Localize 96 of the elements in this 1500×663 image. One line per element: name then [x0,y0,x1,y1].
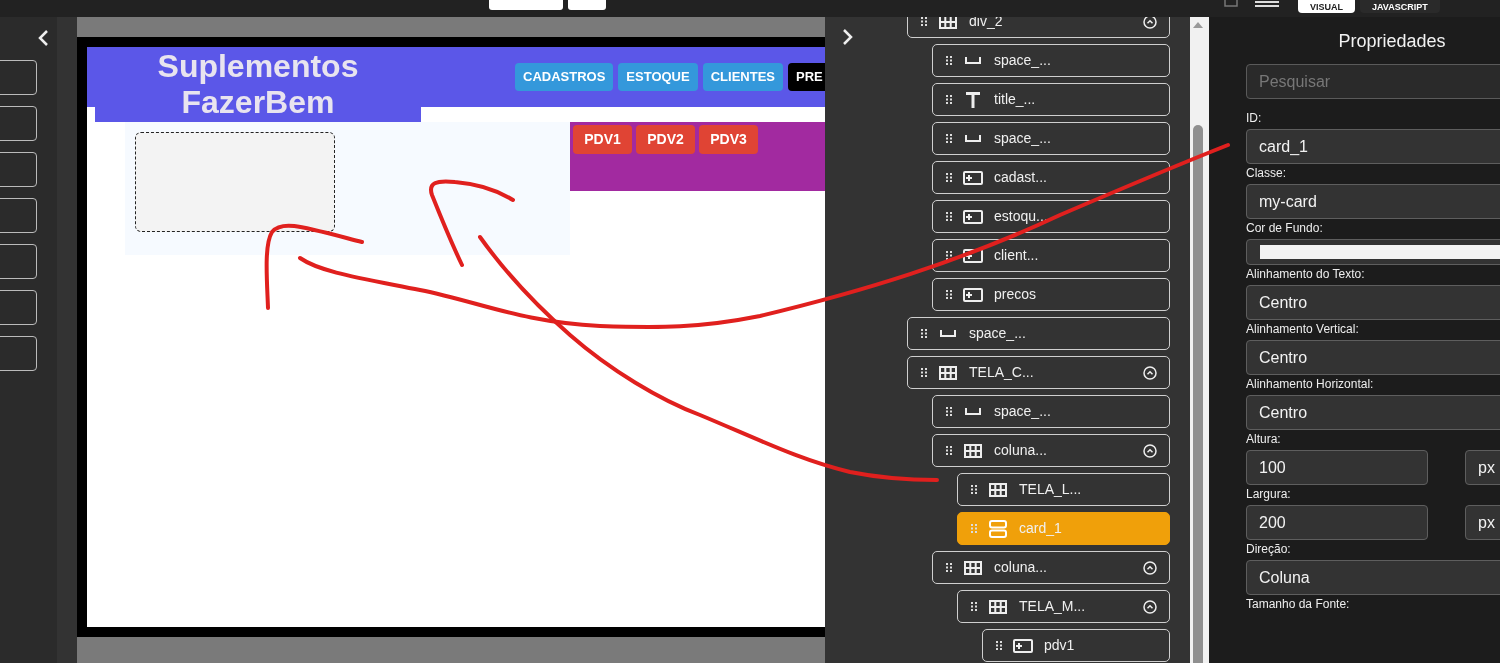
space-icon [965,408,981,415]
tree-item[interactable]: space_... [932,44,1170,77]
tree-item[interactable]: coluna... [932,551,1170,584]
number-field[interactable]: 100 [1246,450,1428,485]
drag-handle-icon[interactable] [946,251,952,260]
tree-item[interactable]: space_... [932,395,1170,428]
field-label: Direção: [1246,542,1292,558]
number-field[interactable]: 200 [1246,505,1428,540]
color-picker[interactable] [1246,239,1500,265]
component-slot[interactable] [0,244,37,279]
chevron-right-icon[interactable] [841,28,855,46]
tree-item[interactable]: coluna... [932,434,1170,467]
button-icon [963,209,983,224]
scrollbar-thumb[interactable] [1193,125,1203,663]
grid-icon [964,560,982,575]
tree-item[interactable]: title_... [932,83,1170,116]
button-icon [963,170,983,185]
chevron-left-icon[interactable] [36,29,50,47]
drag-handle-icon[interactable] [921,329,927,338]
grid-icon [989,599,1007,614]
unit-select[interactable]: px [1465,505,1500,540]
component-slot[interactable] [0,290,37,325]
tree-item[interactable]: pdv1 [982,629,1170,662]
drag-handle-icon[interactable] [921,17,927,26]
grid-icon [939,17,957,29]
drag-handle-icon[interactable] [946,95,952,104]
button-icon [963,248,983,263]
field-label: ID: [1246,111,1263,127]
drag-handle-icon[interactable] [946,563,952,572]
field-label: Largura: [1246,487,1292,503]
component-slot[interactable] [0,198,37,233]
drag-handle-icon[interactable] [946,173,952,182]
tree-item[interactable]: space_... [932,122,1170,155]
collapse-icon[interactable] [1143,365,1157,380]
pdv-button[interactable]: PDV3 [699,125,758,154]
tree-item[interactable]: TELA_M... [957,590,1170,623]
search-field[interactable]: Pesquisar [1246,64,1500,99]
drag-handle-icon[interactable] [971,524,977,533]
drag-handle-icon[interactable] [946,56,952,65]
field-label: Tamanho da Fonte: [1246,597,1351,613]
field-label: Cor de Fundo: [1246,221,1324,237]
tree-item[interactable]: TELA_C... [907,356,1170,389]
drag-handle-icon[interactable] [946,212,952,221]
pdv-button[interactable]: PDV2 [636,125,695,154]
card-icon [989,519,1007,538]
lines-icon[interactable] [1255,0,1279,10]
select-field[interactable]: Centro [1246,340,1500,375]
select-field[interactable]: Coluna [1246,560,1500,595]
field-label: Alinhamento Horizontal: [1246,377,1375,393]
component-slot[interactable] [0,336,37,371]
input-field[interactable]: card_1 [1246,129,1500,164]
grid-icon [989,482,1007,497]
drag-handle-icon[interactable] [921,368,927,377]
tree-item[interactable]: cadast... [932,161,1170,194]
pdv-button[interactable]: PDV1 [573,125,632,154]
field-label: Altura: [1246,432,1282,448]
grid-icon [964,443,982,458]
panel-title: Propriedades [1337,30,1447,53]
field-label: Alinhamento Vertical: [1246,322,1360,338]
grid-icon [939,365,957,380]
space-icon [965,57,981,64]
site-title: Suplementos FazerBem [156,48,360,122]
drag-handle-icon[interactable] [971,485,977,494]
space-icon [940,330,956,337]
tree-item[interactable]: precos [932,278,1170,311]
button-icon [963,287,983,302]
drag-handle-icon[interactable] [971,602,977,611]
tree-item[interactable]: estoqu... [932,200,1170,233]
tree-item[interactable]: TELA_L... [957,473,1170,506]
drag-handle-icon[interactable] [946,407,952,416]
field-label: Classe: [1246,166,1287,182]
drag-handle-icon[interactable] [946,446,952,455]
component-slot[interactable] [0,152,37,187]
collapse-icon[interactable] [1143,560,1157,575]
tree-item[interactable]: space_... [907,317,1170,350]
drag-handle-icon[interactable] [946,290,952,299]
component-slot[interactable] [0,60,37,95]
select-field[interactable]: Centro [1246,285,1500,320]
collapse-icon[interactable] [1143,17,1157,29]
nav-button[interactable]: PRE [788,63,825,91]
unit-select[interactable]: px [1465,450,1500,485]
component-slot[interactable] [0,106,37,141]
drag-handle-icon[interactable] [946,134,952,143]
tab[interactable]: VISUAL [1298,0,1355,13]
space-icon [965,135,981,142]
collapse-icon[interactable] [1143,443,1157,458]
scrollbar[interactable] [1190,17,1209,663]
tab[interactable]: JAVASCRIPT [1360,0,1440,13]
tree-item[interactable]: client... [932,239,1170,272]
drag-handle-icon[interactable] [996,641,1002,650]
input-field[interactable]: my-card [1246,184,1500,219]
select-field[interactable]: Centro [1246,395,1500,430]
field-label: Alinhamento do Texto: [1246,267,1366,283]
button-icon [1013,638,1033,653]
text-icon [966,91,980,108]
collapse-icon[interactable] [1143,599,1157,614]
